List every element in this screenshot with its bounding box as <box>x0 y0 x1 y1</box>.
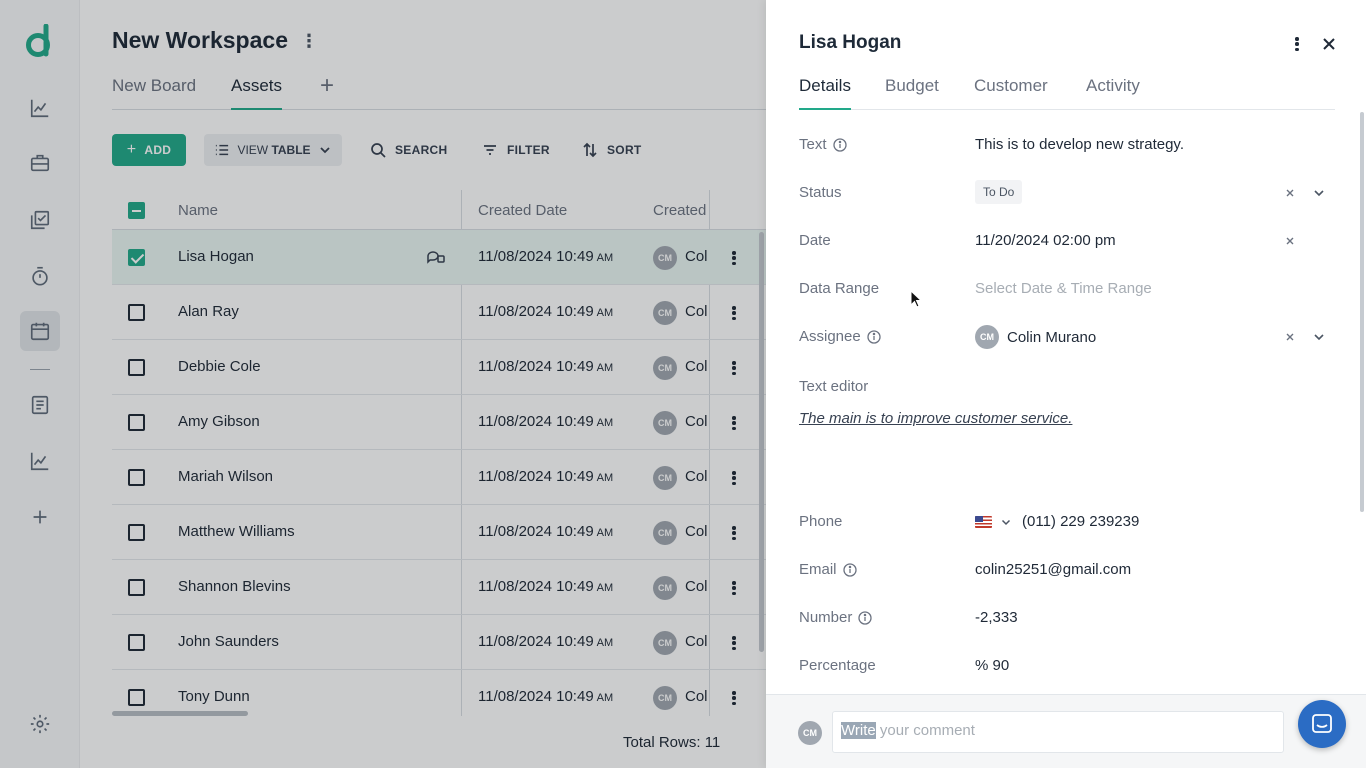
info-icon[interactable] <box>842 562 857 577</box>
field-value-assignee[interactable]: CM Colin Murano <box>975 325 1096 349</box>
info-icon[interactable] <box>858 610 873 625</box>
chat-support-button[interactable] <box>1298 700 1346 748</box>
field-value-email[interactable]: colin25251@gmail.com <box>975 561 1131 578</box>
us-flag-icon[interactable] <box>975 515 992 528</box>
info-icon[interactable] <box>867 329 881 344</box>
phone-number: (011) 229 239239 <box>1022 513 1140 530</box>
comment-bar: CM Write your comment <box>766 694 1366 768</box>
panel-scrollbar[interactable] <box>1360 112 1364 512</box>
assignee-name: Colin Murano <box>1007 328 1097 346</box>
mouse-cursor-icon <box>910 290 922 308</box>
text-editor-content[interactable]: The main is to improve customer service. <box>799 410 1072 427</box>
commenter-avatar: CM <box>798 721 822 745</box>
chat-icon <box>1312 714 1332 733</box>
field-label-percentage: Percentage <box>799 657 876 674</box>
modal-backdrop[interactable] <box>0 0 766 768</box>
tab-budget[interactable]: Budget <box>885 76 939 108</box>
country-chevron-down-icon[interactable] <box>1000 516 1012 528</box>
field-label-text-editor: Text editor <box>799 378 869 395</box>
field-value-data-range[interactable]: Select Date & Time Range <box>975 280 1152 297</box>
field-value-phone[interactable]: (011) 229 239239 <box>975 513 1139 530</box>
clear-date-icon[interactable] <box>1284 235 1296 247</box>
field-value-date[interactable]: 11/20/2024 02:00 pm <box>975 232 1116 249</box>
field-value-percentage[interactable]: % 90 <box>975 657 1009 674</box>
field-label-text: Text <box>799 136 847 153</box>
info-icon[interactable] <box>832 137 847 152</box>
clear-assignee-icon[interactable] <box>1284 331 1296 343</box>
status-chevron-down-icon[interactable] <box>1312 186 1326 200</box>
assignee-chevron-down-icon[interactable] <box>1312 330 1326 344</box>
record-detail-panel: Lisa Hogan Details Budget Customer Activ… <box>766 0 1366 768</box>
tab-details[interactable]: Details <box>799 76 851 110</box>
field-value-text[interactable]: This is to develop new strategy. <box>975 136 1184 153</box>
comment-placeholder: your comment <box>875 722 975 739</box>
tab-customer[interactable]: Customer <box>974 76 1048 108</box>
field-label-email: Email <box>799 561 857 578</box>
field-value-number[interactable]: -2,333 <box>975 609 1018 626</box>
panel-tabs: Details Budget Customer Activity <box>799 72 1335 110</box>
panel-menu-icon[interactable] <box>1292 34 1302 54</box>
clear-status-icon[interactable] <box>1284 187 1296 199</box>
field-label-status: Status <box>799 184 842 201</box>
close-icon[interactable] <box>1319 34 1339 54</box>
comment-input[interactable]: Write your comment <box>832 711 1284 753</box>
field-label-data-range: Data Range <box>799 280 880 297</box>
status-chip: To Do <box>975 180 1023 204</box>
field-label-assignee: Assignee <box>799 328 881 345</box>
field-label-date: Date <box>799 232 831 249</box>
assignee-avatar: CM <box>975 325 999 349</box>
field-label-number: Number <box>799 609 873 626</box>
field-label-phone: Phone <box>799 513 843 530</box>
tab-activity[interactable]: Activity <box>1086 76 1140 108</box>
record-title: Lisa Hogan <box>799 32 902 53</box>
field-value-status[interactable]: To Do <box>975 180 1023 204</box>
comment-placeholder-selected: Write <box>841 722 876 739</box>
